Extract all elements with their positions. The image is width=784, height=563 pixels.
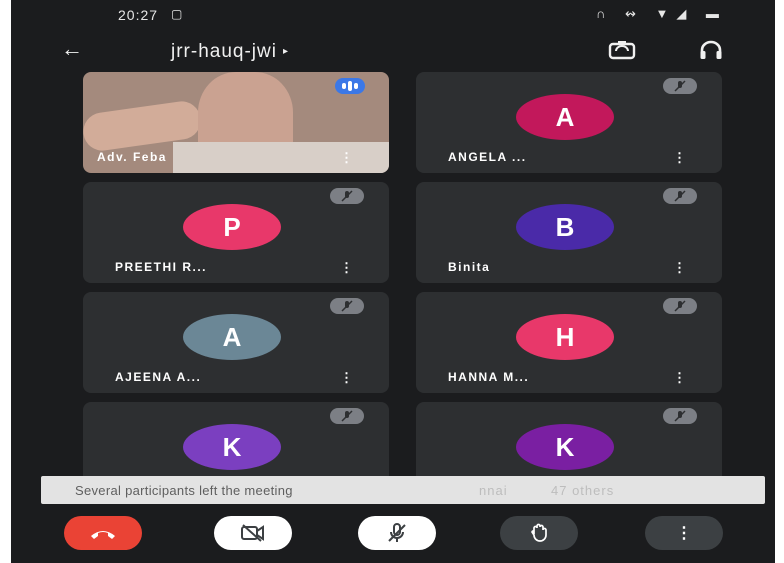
notification-icon: ▢ bbox=[171, 7, 183, 21]
status-bar: 20:27 ▢ ∩ ↭ ▼◢ ▬ bbox=[11, 0, 775, 30]
more-options-icon[interactable]: ⋮ bbox=[340, 260, 353, 276]
hand-icon bbox=[531, 523, 547, 542]
more-options-icon[interactable]: ⋮ bbox=[673, 370, 686, 386]
avatar: A bbox=[516, 94, 614, 140]
toast-notification: Several participants left the meeting nn… bbox=[41, 476, 765, 504]
avatar: K bbox=[516, 424, 614, 470]
more-options-icon[interactable]: ⋮ bbox=[673, 150, 686, 166]
meeting-title[interactable]: jrr-hauq-jwi ▸ bbox=[171, 41, 289, 63]
mic-off-icon bbox=[663, 188, 697, 204]
mic-off-icon bbox=[330, 298, 364, 314]
participant-name: AJEENA A... bbox=[115, 370, 202, 384]
end-call-button[interactable] bbox=[64, 516, 142, 550]
caret-right-icon: ▸ bbox=[282, 46, 289, 57]
camera-off-icon bbox=[241, 524, 264, 542]
mic-off-icon bbox=[388, 523, 406, 542]
switch-camera-icon[interactable] bbox=[608, 40, 636, 60]
call-controls: ⋮ bbox=[11, 508, 775, 563]
more-options-icon[interactable]: ⋮ bbox=[673, 260, 686, 276]
participant-tile[interactable]: A AJEENA A... ⋮ bbox=[83, 292, 389, 393]
status-icons: ∩ ↭ ▼◢ ▬ bbox=[596, 6, 727, 21]
mic-toggle-button[interactable] bbox=[358, 516, 436, 550]
meet-screen: 20:27 ▢ ∩ ↭ ▼◢ ▬ ← jrr-hauq-jwi ▸ Adv. Fe… bbox=[11, 0, 775, 563]
participant-tile[interactable]: Adv. Feba ⋮ bbox=[83, 72, 389, 173]
avatar: B bbox=[516, 204, 614, 250]
participant-tile[interactable]: A ANGELA ... ⋮ bbox=[416, 72, 722, 173]
participant-tile[interactable]: P PREETHI R... ⋮ bbox=[83, 182, 389, 283]
headphones-icon[interactable] bbox=[699, 40, 723, 60]
avatar: P bbox=[183, 204, 281, 250]
more-options-button[interactable]: ⋮ bbox=[645, 516, 723, 550]
others-count: 47 others bbox=[551, 483, 615, 498]
back-arrow-icon[interactable]: ← bbox=[61, 38, 83, 60]
participant-tile[interactable]: B Binita ⋮ bbox=[416, 182, 722, 283]
avatar: H bbox=[516, 314, 614, 360]
participant-name: Adv. Feba bbox=[97, 150, 167, 164]
mic-off-icon bbox=[330, 188, 364, 204]
mic-off-icon bbox=[330, 408, 364, 424]
more-vert-icon: ⋮ bbox=[676, 525, 692, 542]
participant-tile[interactable]: H HANNA M... ⋮ bbox=[416, 292, 722, 393]
mic-off-icon bbox=[663, 298, 697, 314]
participant-name: HANNA M... bbox=[448, 370, 530, 384]
more-options-icon[interactable]: ⋮ bbox=[340, 150, 353, 166]
meeting-code: jrr-hauq-jwi bbox=[171, 41, 277, 62]
phone-hangup-icon bbox=[91, 531, 115, 539]
speaking-indicator-icon bbox=[335, 78, 365, 94]
participant-name: PREETHI R... bbox=[115, 260, 208, 274]
more-options-icon[interactable]: ⋮ bbox=[340, 370, 353, 386]
avatar: A bbox=[183, 314, 281, 360]
video-feed-shirt bbox=[173, 142, 389, 173]
participant-name-behind: nnai bbox=[479, 483, 508, 498]
participant-name: ANGELA ... bbox=[448, 150, 527, 164]
raise-hand-button[interactable] bbox=[500, 516, 578, 550]
camera-toggle-button[interactable] bbox=[214, 516, 292, 550]
toast-message: Several participants left the meeting bbox=[75, 483, 293, 498]
mic-off-icon bbox=[663, 78, 697, 94]
mic-off-icon bbox=[663, 408, 697, 424]
participant-name: Binita bbox=[448, 260, 491, 274]
avatar: K bbox=[183, 424, 281, 470]
status-time: 20:27 bbox=[118, 7, 159, 23]
app-bar: ← jrr-hauq-jwi ▸ bbox=[11, 30, 775, 72]
